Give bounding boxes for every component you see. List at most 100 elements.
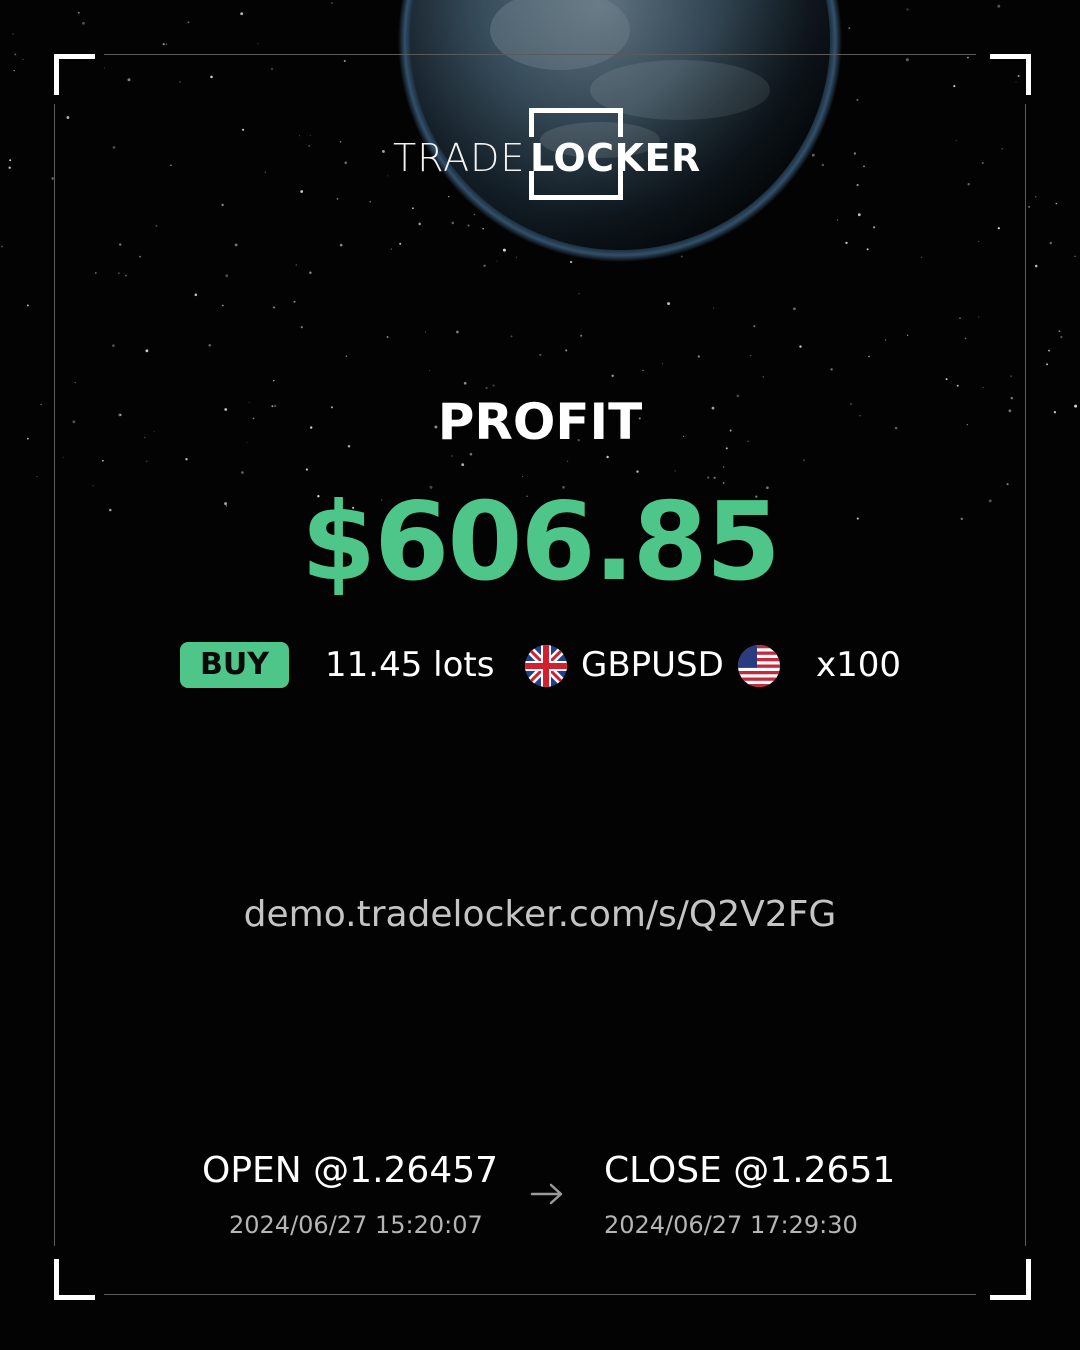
frame-left-line (54, 104, 55, 1246)
corner-top-left (54, 54, 95, 95)
star (221, 304, 224, 307)
star (451, 455, 453, 457)
star (344, 161, 348, 165)
star (636, 470, 639, 473)
star (387, 175, 389, 177)
star (803, 459, 806, 462)
star (295, 264, 297, 266)
star (381, 149, 385, 153)
star (856, 183, 859, 187)
star (210, 75, 213, 79)
star (722, 466, 725, 468)
star (155, 224, 158, 227)
star (102, 459, 104, 462)
result-label: PROFIT (437, 393, 643, 451)
star (964, 337, 967, 340)
star (451, 221, 455, 225)
star (240, 12, 244, 16)
star (339, 243, 343, 247)
star (74, 382, 76, 384)
star (1055, 202, 1058, 205)
star (1010, 375, 1012, 377)
star (978, 240, 980, 242)
star (456, 330, 459, 334)
star (463, 381, 467, 385)
star (127, 78, 131, 82)
star (179, 81, 181, 83)
leverage: x100 (816, 645, 902, 685)
star (697, 355, 700, 358)
star (959, 317, 961, 319)
share-link[interactable]: demo.tradelocker.com/s/Q2V2FG (0, 890, 1080, 940)
star (225, 274, 229, 278)
star (162, 43, 165, 46)
star (94, 272, 97, 274)
star (343, 59, 346, 63)
star (119, 243, 122, 246)
star (234, 243, 238, 247)
star (309, 135, 311, 137)
star (569, 260, 573, 264)
star (667, 302, 671, 306)
star (331, 2, 333, 4)
star (978, 316, 980, 318)
star (78, 12, 80, 14)
star (112, 344, 115, 347)
star (369, 201, 371, 203)
tradelocker-logo: TRADE LOCKER (393, 108, 700, 200)
close-time: 2024/06/27 17:29:30 (604, 1211, 858, 1239)
star (1, 245, 4, 248)
star (66, 116, 70, 119)
star (955, 139, 957, 141)
star (170, 164, 172, 167)
star (606, 455, 609, 459)
star (811, 153, 815, 157)
star (981, 161, 984, 164)
star (611, 374, 614, 377)
logo-text-trade: TRADE (393, 136, 526, 180)
star (300, 190, 304, 193)
star (1049, 241, 1053, 245)
corner-top-right (990, 54, 1031, 95)
star (967, 183, 970, 186)
star (982, 387, 984, 388)
star (1058, 330, 1061, 333)
star (853, 152, 857, 155)
star (485, 386, 488, 390)
star (1046, 363, 1049, 366)
star (792, 307, 796, 311)
star (300, 326, 303, 329)
star (14, 53, 17, 56)
star (848, 27, 851, 30)
star (185, 458, 188, 461)
star (857, 213, 861, 217)
star (1035, 196, 1037, 198)
star (966, 56, 969, 59)
star (145, 460, 148, 463)
star (8, 166, 11, 169)
frame-right-line (1025, 104, 1026, 1246)
star (997, 227, 1000, 230)
star (510, 335, 513, 338)
star (580, 334, 583, 337)
star (1001, 148, 1003, 150)
star (905, 58, 909, 62)
star (305, 468, 309, 471)
star (873, 226, 876, 229)
star (9, 159, 12, 162)
profit-amount: $606.85 (301, 480, 781, 605)
star (293, 300, 296, 303)
logo-text-locker: LOCKER (530, 136, 701, 180)
star (336, 198, 339, 200)
star (1048, 349, 1050, 352)
star (516, 256, 517, 258)
star (821, 163, 825, 167)
star (62, 456, 64, 458)
star (208, 343, 212, 347)
star (884, 339, 887, 341)
star (1074, 255, 1076, 257)
frame-top-line (104, 54, 976, 55)
lot-size: 11.45 lots (325, 645, 495, 685)
corner-bottom-left (54, 1259, 95, 1300)
star (257, 43, 259, 45)
